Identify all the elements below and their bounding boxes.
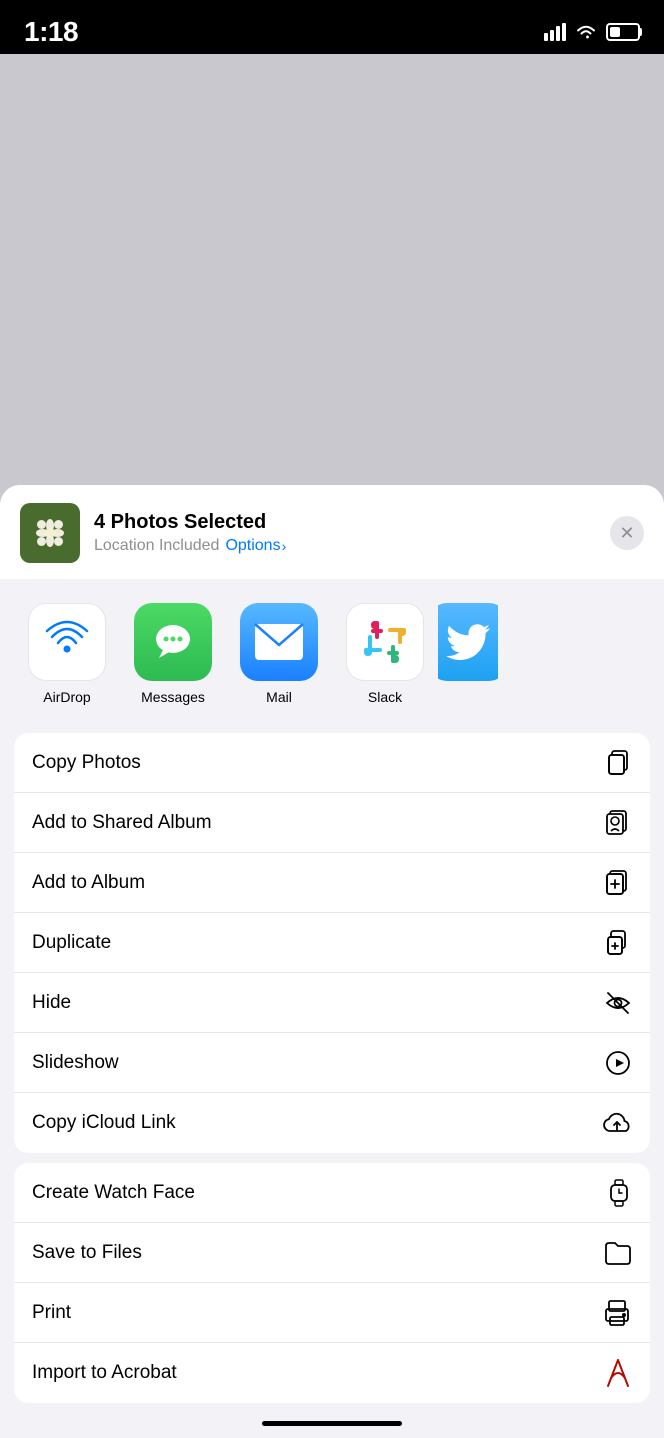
duplicate-label: Duplicate: [32, 932, 111, 954]
slideshow-icon: [604, 1049, 632, 1077]
add-album-icon: [604, 869, 632, 897]
action-hide[interactable]: Hide: [14, 973, 650, 1033]
copy-photos-icon: [604, 749, 632, 777]
header-info: 4 Photos Selected Location Included Opti…: [94, 511, 596, 555]
app-item-mail[interactable]: Mail: [226, 603, 332, 705]
icloud-link-label: Copy iCloud Link: [32, 1112, 176, 1134]
watch-face-label: Create Watch Face: [32, 1182, 195, 1204]
sheet-header: 4 Photos Selected Location Included Opti…: [0, 485, 664, 579]
home-indicator-bar: [262, 1421, 402, 1426]
duplicate-icon: [604, 929, 632, 957]
mail-label: Mail: [266, 689, 292, 705]
close-button[interactable]: ✕: [610, 516, 644, 550]
slideshow-label: Slideshow: [32, 1052, 119, 1074]
watch-icon: [606, 1178, 632, 1208]
hide-label: Hide: [32, 992, 71, 1014]
close-icon: ✕: [619, 524, 634, 542]
signal-icon: [544, 23, 566, 41]
action-slideshow[interactable]: Slideshow: [14, 1033, 650, 1093]
status-icons: [544, 23, 640, 41]
action-group-1: Copy Photos Add to Shared Album Add to A…: [14, 733, 650, 1153]
app-item-slack[interactable]: Slack: [332, 603, 438, 705]
save-files-label: Save to Files: [32, 1242, 142, 1264]
app-item-airdrop[interactable]: AirDrop: [14, 603, 120, 705]
action-print[interactable]: Print: [14, 1283, 650, 1343]
action-import-acrobat[interactable]: Import to Acrobat: [14, 1343, 650, 1403]
mail-icon: [240, 603, 318, 681]
slack-icon: [346, 603, 424, 681]
battery-icon: [606, 23, 640, 41]
wifi-icon: [574, 23, 598, 41]
slack-label: Slack: [368, 689, 402, 705]
airdrop-icon: [28, 603, 106, 681]
messages-icon: [134, 603, 212, 681]
share-sheet: 4 Photos Selected Location Included Opti…: [0, 485, 664, 1438]
add-shared-album-label: Add to Shared Album: [32, 812, 212, 834]
action-copy-photos[interactable]: Copy Photos: [14, 733, 650, 793]
location-label: Location Included: [94, 537, 219, 555]
print-icon: [602, 1299, 632, 1327]
header-subtitle: Location Included Options ›: [94, 537, 596, 555]
action-watch-face[interactable]: Create Watch Face: [14, 1163, 650, 1223]
app-item-twitter[interactable]: [438, 603, 498, 705]
home-indicator: [0, 1413, 664, 1438]
acrobat-icon: [604, 1358, 632, 1388]
twitter-icon: [438, 603, 498, 681]
icloud-icon: [602, 1111, 632, 1135]
add-shared-album-icon: [604, 809, 632, 837]
add-album-label: Add to Album: [32, 872, 145, 894]
action-duplicate[interactable]: Duplicate: [14, 913, 650, 973]
app-sharing-row: AirDrop Messages: [0, 589, 664, 723]
copy-photos-label: Copy Photos: [32, 752, 141, 774]
hide-icon: [604, 989, 632, 1017]
action-group-2: Create Watch Face Save to Files Print: [14, 1163, 650, 1403]
action-save-files[interactable]: Save to Files: [14, 1223, 650, 1283]
options-button[interactable]: Options ›: [225, 537, 286, 555]
status-time: 1:18: [24, 16, 78, 48]
action-add-shared-album[interactable]: Add to Shared Album: [14, 793, 650, 853]
import-acrobat-label: Import to Acrobat: [32, 1362, 177, 1384]
files-icon: [604, 1240, 632, 1266]
header-title: 4 Photos Selected: [94, 511, 596, 534]
airdrop-label: AirDrop: [43, 689, 90, 705]
header-thumbnail: [20, 503, 80, 563]
action-icloud-link[interactable]: Copy iCloud Link: [14, 1093, 650, 1153]
messages-label: Messages: [141, 689, 205, 705]
print-label: Print: [32, 1302, 71, 1324]
app-item-messages[interactable]: Messages: [120, 603, 226, 705]
action-add-album[interactable]: Add to Album: [14, 853, 650, 913]
